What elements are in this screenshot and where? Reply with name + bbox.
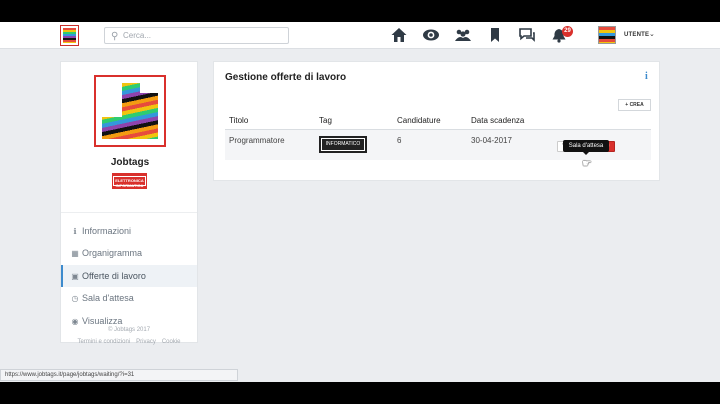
footer-link-privacy[interactable]: Privacy — [136, 339, 156, 345]
company-sector-tag[interactable]: ELETTRONICA INFORMATICA — [112, 173, 147, 189]
page-title: Gestione offerte di lavoro — [225, 72, 347, 83]
top-navbar: ⚲ 29 UTENTE ⌄ — [0, 22, 720, 49]
people-icon[interactable] — [454, 26, 472, 44]
search-icon: ⚲ — [111, 31, 119, 42]
chat-icon[interactable] — [518, 26, 536, 44]
cell-candidature: 6 — [397, 136, 402, 145]
company-sector-tag-label: ELETTRONICA INFORMATICA — [113, 176, 146, 188]
company-logo — [94, 75, 166, 147]
sidebar-item-informazioni[interactable]: ℹ Informazioni — [61, 220, 197, 242]
column-header-scadenza: Data scadenza — [471, 116, 525, 125]
column-header-tag: Tag — [319, 116, 332, 125]
cell-scadenza: 30-04-2017 — [471, 136, 512, 145]
browser-viewport: ⚲ 29 UTENTE ⌄ Jobtags ELETTRONICA I — [0, 22, 720, 382]
sidebar-item-label: Visualizza — [82, 316, 123, 326]
footer-link-terms[interactable]: Termini e condizioni — [77, 339, 130, 345]
sidebar-item-label: Informazioni — [82, 226, 132, 236]
sidebar-item-label: Offerte di lavoro — [82, 271, 146, 281]
info-icon: ℹ — [73, 227, 77, 236]
column-header-titolo: Titolo — [229, 116, 249, 125]
avatar[interactable] — [598, 26, 616, 44]
create-button[interactable]: + CREA — [618, 99, 651, 111]
sidebar-item-organigramma[interactable]: ▦ Organigramma — [61, 242, 197, 264]
footer-links: Termini e condizioni Privacy Cookie — [60, 339, 198, 345]
search-box[interactable]: ⚲ — [104, 27, 289, 44]
column-header-candidature: Candidature — [397, 116, 441, 125]
job-tag-badge[interactable]: INFORMATICO — [319, 136, 367, 153]
cell-titolo: Programmatore — [229, 136, 285, 145]
job-offers-card: Gestione offerte di lavoro i + CREA Tito… — [213, 61, 660, 181]
divider — [61, 212, 197, 213]
notification-badge: 29 — [562, 26, 573, 37]
sitemap-icon: ▦ — [71, 249, 79, 258]
company-name: Jobtags — [110, 157, 150, 168]
briefcase-icon: ▣ — [71, 272, 79, 281]
sidebar-item-label: Sala d'attesa — [82, 293, 134, 303]
user-menu-label[interactable]: UTENTE — [624, 32, 649, 38]
chevron-down-icon[interactable]: ⌄ — [649, 30, 655, 38]
sidebar-item-label: Organigramma — [82, 248, 143, 258]
search-input[interactable] — [123, 29, 283, 42]
footer-link-cookie[interactable]: Cookie — [162, 339, 181, 345]
browser-status-bar: https://www.jobtags.it/page/jobtags/wait… — [0, 369, 238, 381]
bookmark-icon[interactable] — [486, 26, 504, 44]
sidebar-item-offerte[interactable]: ▣ Offerte di lavoro — [61, 265, 197, 287]
create-button-label: CREA — [629, 102, 644, 108]
info-icon[interactable]: i — [645, 71, 648, 82]
eye-icon[interactable] — [422, 26, 440, 44]
jobtags-logo[interactable] — [60, 25, 79, 46]
home-icon[interactable] — [390, 26, 408, 44]
company-sidebar: Jobtags ELETTRONICA INFORMATICA ℹ Informa… — [60, 61, 198, 343]
hand-cursor-icon: ☛ — [582, 158, 592, 170]
sidebar-item-sala-attesa[interactable]: ◷ Sala d'attesa — [61, 287, 197, 309]
clock-icon: ◷ — [71, 294, 79, 303]
tooltip: Sala d'attesa — [563, 140, 609, 155]
footer-copyright: © Jobtags 2017 — [107, 327, 151, 333]
